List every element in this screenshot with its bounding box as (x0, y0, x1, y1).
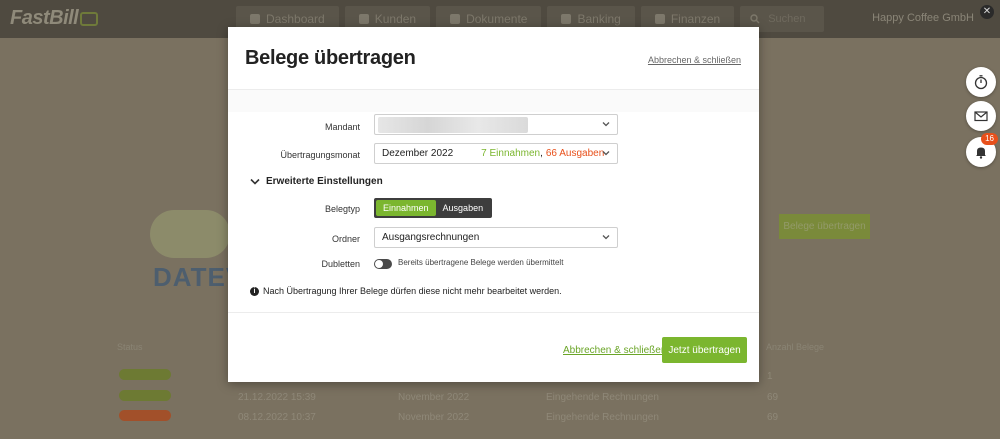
ordner-value: Ausgangsrechnungen (382, 232, 480, 243)
belegtyp-ausgaben-button[interactable]: Ausgaben (436, 200, 491, 216)
header-band (228, 90, 759, 112)
background-status-header: Status (117, 342, 143, 352)
count-separator: , (540, 148, 543, 159)
month-select[interactable]: Dezember 2022 7 Einnahmen, 66 Ausgaben (374, 143, 618, 164)
search-icon (750, 14, 760, 24)
banking-icon (561, 14, 572, 24)
datev-cloud-graphic (150, 210, 230, 258)
status-badge (119, 410, 171, 421)
close-icon[interactable]: ✕ (980, 5, 994, 19)
advanced-settings-toggle[interactable]: Erweiterte Einstellungen (250, 176, 383, 187)
modal-title: Belege übertragen (245, 47, 416, 69)
month-value: Dezember 2022 (382, 148, 454, 159)
background-row: 21.12.2022 15:39 November 2022 Eingehend… (0, 389, 1000, 409)
cancel-close-link-bottom[interactable]: Abbrechen & schließen (563, 345, 666, 356)
status-badge (119, 369, 171, 380)
chevron-down-icon (602, 122, 610, 127)
mandant-value-redacted (378, 116, 528, 133)
divider (228, 312, 759, 313)
belegtyp-einnahmen-button[interactable]: Einnahmen (376, 200, 436, 216)
background-transfer-button: Belege übertragen (779, 214, 870, 239)
cancel-close-link-top[interactable]: Abbrechen & schließen (648, 55, 741, 65)
month-label: Übertragungsmonat (280, 150, 360, 160)
status-badge (119, 390, 171, 401)
dashboard-icon (250, 14, 260, 24)
chevron-down-icon (250, 178, 260, 185)
mail-icon (974, 111, 988, 122)
customers-icon (358, 14, 369, 24)
mandant-label: Mandant (324, 122, 360, 132)
notification-count-badge: 16 (981, 133, 998, 145)
dubletten-label: Dubletten (321, 259, 360, 269)
info-text: Nach Übertragung Ihrer Belege dürfen die… (263, 286, 562, 296)
timer-button[interactable] (966, 67, 996, 97)
chevron-down-icon (602, 235, 610, 240)
dubletten-toggle[interactable] (374, 259, 392, 269)
transfer-modal: Belege übertragen Abbrechen & schließen … (228, 27, 759, 382)
chevron-down-icon (602, 151, 610, 156)
company-name[interactable]: Happy Coffee GmbH (872, 12, 974, 24)
info-message: i Nach Übertragung Ihrer Belege dürfen d… (250, 286, 562, 296)
documents-icon (450, 14, 461, 24)
finance-icon (654, 14, 665, 24)
transfer-now-button[interactable]: Jetzt übertragen (662, 337, 747, 363)
background-row: 08.12.2022 10:37 November 2022 Eingehend… (0, 409, 1000, 429)
stopwatch-icon (974, 75, 988, 90)
background-count-header: Anzahl Belege (766, 342, 825, 352)
dubletten-description: Bereits übertragene Belege werden übermi… (398, 258, 564, 267)
ordner-select[interactable]: Ausgangsrechnungen (374, 227, 618, 248)
belegtyp-label: Belegtyp (324, 204, 360, 214)
info-icon: i (250, 286, 259, 296)
app-logo[interactable]: FastBill (10, 7, 99, 30)
ordner-label: Ordner (331, 234, 360, 244)
notifications-button[interactable]: 16 (966, 133, 998, 167)
belegtyp-segmented-control: Einnahmen Ausgaben (374, 198, 493, 218)
income-count: 7 Einnahmen (481, 148, 541, 159)
mandant-select[interactable] (374, 114, 618, 135)
bell-icon (976, 147, 986, 159)
advanced-settings-heading: Erweiterte Einstellungen (266, 176, 383, 187)
mail-button[interactable] (966, 101, 996, 131)
expense-count: 66 Ausgaben (545, 148, 605, 159)
